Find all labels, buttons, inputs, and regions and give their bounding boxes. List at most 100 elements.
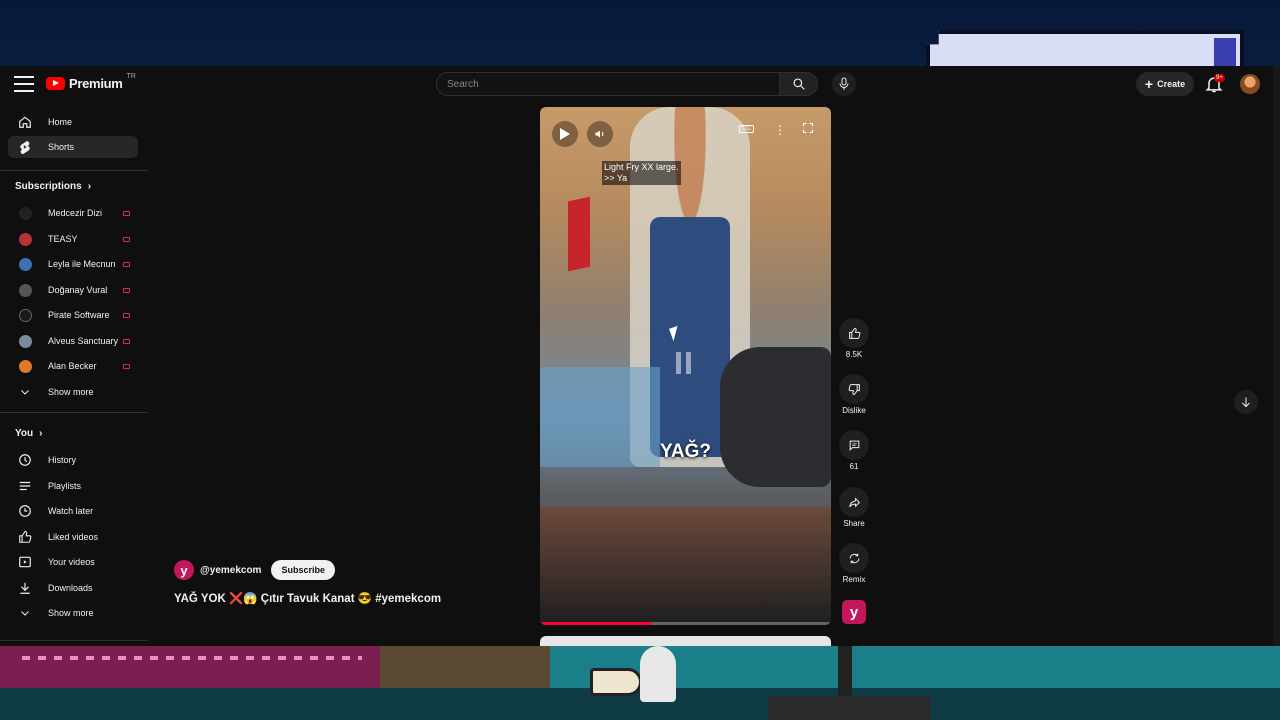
- thumbs-down-icon: [848, 383, 860, 395]
- pixel-pole-base-decoration: [768, 696, 930, 720]
- subscriptions-show-more[interactable]: Show more: [8, 381, 138, 403]
- channel-logo-button[interactable]: y: [842, 600, 866, 624]
- your-videos-icon: [10, 555, 40, 569]
- pause-indicator-icon: [676, 352, 691, 374]
- create-button[interactable]: + Create: [1136, 72, 1194, 96]
- sidebar-item-label: Pirate Software: [48, 310, 110, 320]
- chevron-right-icon: ›: [87, 181, 92, 192]
- sidebar-item-label: Home: [48, 117, 73, 127]
- pixel-crate-decoration: [380, 646, 550, 688]
- account-avatar[interactable]: [1240, 74, 1260, 94]
- sidebar-item-history[interactable]: History: [8, 449, 138, 471]
- overlay-line-1: Light Fry XX large.: [604, 162, 679, 172]
- subscriptions-header[interactable]: Subscriptions ›: [15, 181, 91, 192]
- logo-region: TR: [126, 73, 136, 80]
- fullscreen-icon[interactable]: [802, 122, 814, 136]
- sidebar-item-label: Shorts: [48, 142, 75, 152]
- sidebar-item-label: Alan Becker: [48, 361, 97, 371]
- sidebar-item-downloads[interactable]: Downloads: [8, 577, 138, 599]
- sidebar-item-shorts[interactable]: Shorts: [8, 136, 138, 158]
- you-header[interactable]: You ›: [15, 428, 43, 439]
- live-indicator-icon: [123, 261, 130, 267]
- pixel-ghost-decoration: [640, 646, 676, 702]
- sidebar-item-label: Alveus Sanctuary: [48, 336, 119, 346]
- dislike-button[interactable]: Dislike: [838, 374, 870, 415]
- shorts-video-player[interactable]: CC ⋮ Light Fry XX large. >> Ya YAĞ?: [540, 107, 831, 625]
- live-indicator-icon: [123, 363, 130, 369]
- sidebar-item-subscription[interactable]: TEASY: [8, 228, 138, 250]
- subscribe-button[interactable]: Subscribe: [271, 560, 335, 580]
- live-indicator-icon: [123, 287, 130, 293]
- comment-icon: [849, 440, 859, 451]
- more-options-icon[interactable]: ⋮: [774, 123, 786, 137]
- you-show-more[interactable]: Show more: [8, 602, 138, 624]
- sidebar-item-watch-later[interactable]: Watch later: [8, 500, 138, 522]
- next-short-button[interactable]: [1234, 390, 1258, 414]
- captions-button[interactable]: CC: [739, 125, 754, 133]
- next-short-preview[interactable]: [540, 636, 831, 646]
- like-button[interactable]: 8.5K: [838, 318, 870, 359]
- pixel-hand-decoration: [590, 668, 642, 696]
- channel-avatar: [18, 283, 32, 297]
- sidebar-item-label: Your videos: [48, 557, 95, 567]
- youtube-window: Premium TR Search + Create 9+ Home Short…: [0, 66, 1280, 646]
- downloads-icon: [10, 581, 40, 595]
- sidebar-item-subscription[interactable]: Leyla ile Mecnun: [8, 253, 138, 275]
- search-button[interactable]: [780, 72, 818, 96]
- channel-handle[interactable]: @yemekcom: [200, 565, 261, 576]
- dislike-label: Dislike: [842, 406, 866, 415]
- show-more-label: Show more: [48, 608, 94, 618]
- sidebar-item-subscription[interactable]: Alveus Sanctuary: [8, 330, 138, 352]
- sidebar-item-subscription[interactable]: Doğanay Vural: [8, 279, 138, 301]
- sidebar-item-label: History: [48, 455, 77, 465]
- share-icon: [848, 497, 860, 507]
- share-button[interactable]: Share: [838, 487, 870, 528]
- search-icon: [792, 78, 805, 90]
- sidebar: Home Shorts Subscriptions › Medcezir Diz…: [0, 102, 148, 646]
- comment-count: 61: [849, 462, 859, 471]
- show-more-label: Show more: [48, 387, 94, 397]
- home-icon: [10, 115, 40, 129]
- sidebar-item-label: Liked videos: [48, 532, 99, 542]
- page-scrollbar[interactable]: [1273, 66, 1280, 646]
- masthead: Premium TR Search + Create 9+: [0, 66, 1280, 102]
- search-input[interactable]: Search: [436, 72, 780, 96]
- video-frame-flag: [568, 196, 590, 272]
- divider: [0, 640, 148, 641]
- sidebar-item-home[interactable]: Home: [8, 111, 138, 133]
- chevron-right-icon: ›: [39, 428, 43, 439]
- voice-search-button[interactable]: [832, 72, 856, 96]
- comments-button[interactable]: 61: [838, 430, 870, 471]
- live-indicator-icon: [123, 312, 130, 318]
- remix-label: Remix: [842, 575, 866, 584]
- pixel-cloud-decoration: [926, 30, 1244, 66]
- pixel-wall-decoration: [0, 646, 380, 688]
- sidebar-item-subscription[interactable]: Alan Becker: [8, 355, 138, 377]
- divider: [0, 170, 148, 171]
- sidebar-item-label: Playlists: [48, 481, 82, 491]
- sidebar-item-liked-videos[interactable]: Liked videos: [8, 526, 138, 548]
- sidebar-item-subscription[interactable]: Pirate Software: [8, 304, 138, 326]
- chevron-down-icon: [10, 386, 40, 398]
- volume-button[interactable]: [587, 121, 613, 147]
- video-progress-bar[interactable]: [540, 622, 831, 625]
- youtube-premium-logo[interactable]: Premium TR: [46, 73, 136, 91]
- pixel-lights-decoration: [22, 656, 362, 660]
- video-frame-apron: [650, 217, 730, 457]
- liked-videos-icon: [10, 530, 40, 544]
- sidebar-item-your-videos[interactable]: Your videos: [8, 551, 138, 573]
- sidebar-item-playlists[interactable]: Playlists: [8, 475, 138, 497]
- chevron-down-icon: [10, 607, 40, 619]
- short-title: YAĞ YOK ❌😱 Çıtır Tavuk Kanat 😎 #yemekcom: [174, 593, 442, 605]
- remix-button[interactable]: Remix: [838, 543, 870, 584]
- menu-icon[interactable]: [14, 74, 34, 94]
- sidebar-item-subscription[interactable]: Medcezir Dizi: [8, 202, 138, 224]
- sidebar-item-label: Doğanay Vural: [48, 285, 108, 295]
- play-button[interactable]: [552, 121, 578, 147]
- mic-icon: [839, 77, 849, 90]
- channel-avatar: [18, 257, 32, 271]
- channel-avatar[interactable]: y: [174, 560, 194, 580]
- sidebar-item-label: TEASY: [48, 234, 78, 244]
- create-label: Create: [1157, 79, 1186, 89]
- channel-avatar: [18, 359, 32, 373]
